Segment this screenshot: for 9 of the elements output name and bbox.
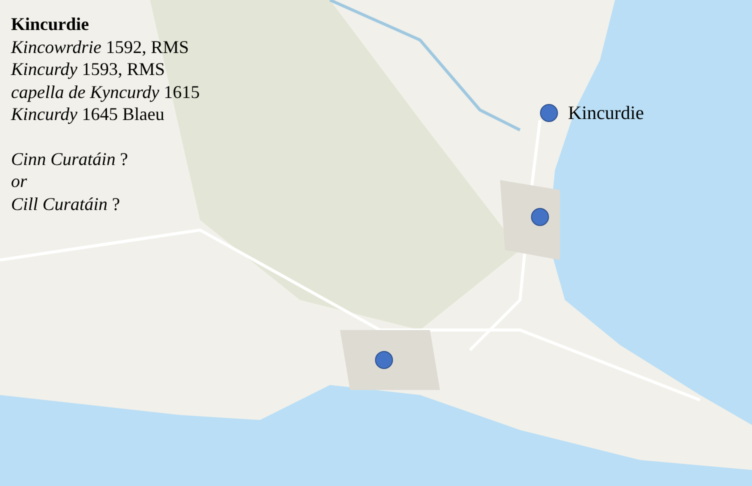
gaelic-form-line: Cinn Curatáin ? [11,148,128,170]
attestation-line: Kincurdy 1593, RMS [11,58,165,80]
marker-label: Kincurdie [568,102,644,126]
attestation-line: Kincurdy 1645 Blaeu [11,103,164,126]
attestation-line: capella de Kyncurdy 1615 [11,80,200,103]
gaelic-form-line: Cill Curatáin ? [11,192,120,215]
place-title: Kincurdie [11,13,90,36]
attestation-line: Kincowrdrie 1592, RMS [11,36,189,58]
gaelic-form-line: or [11,170,28,192]
